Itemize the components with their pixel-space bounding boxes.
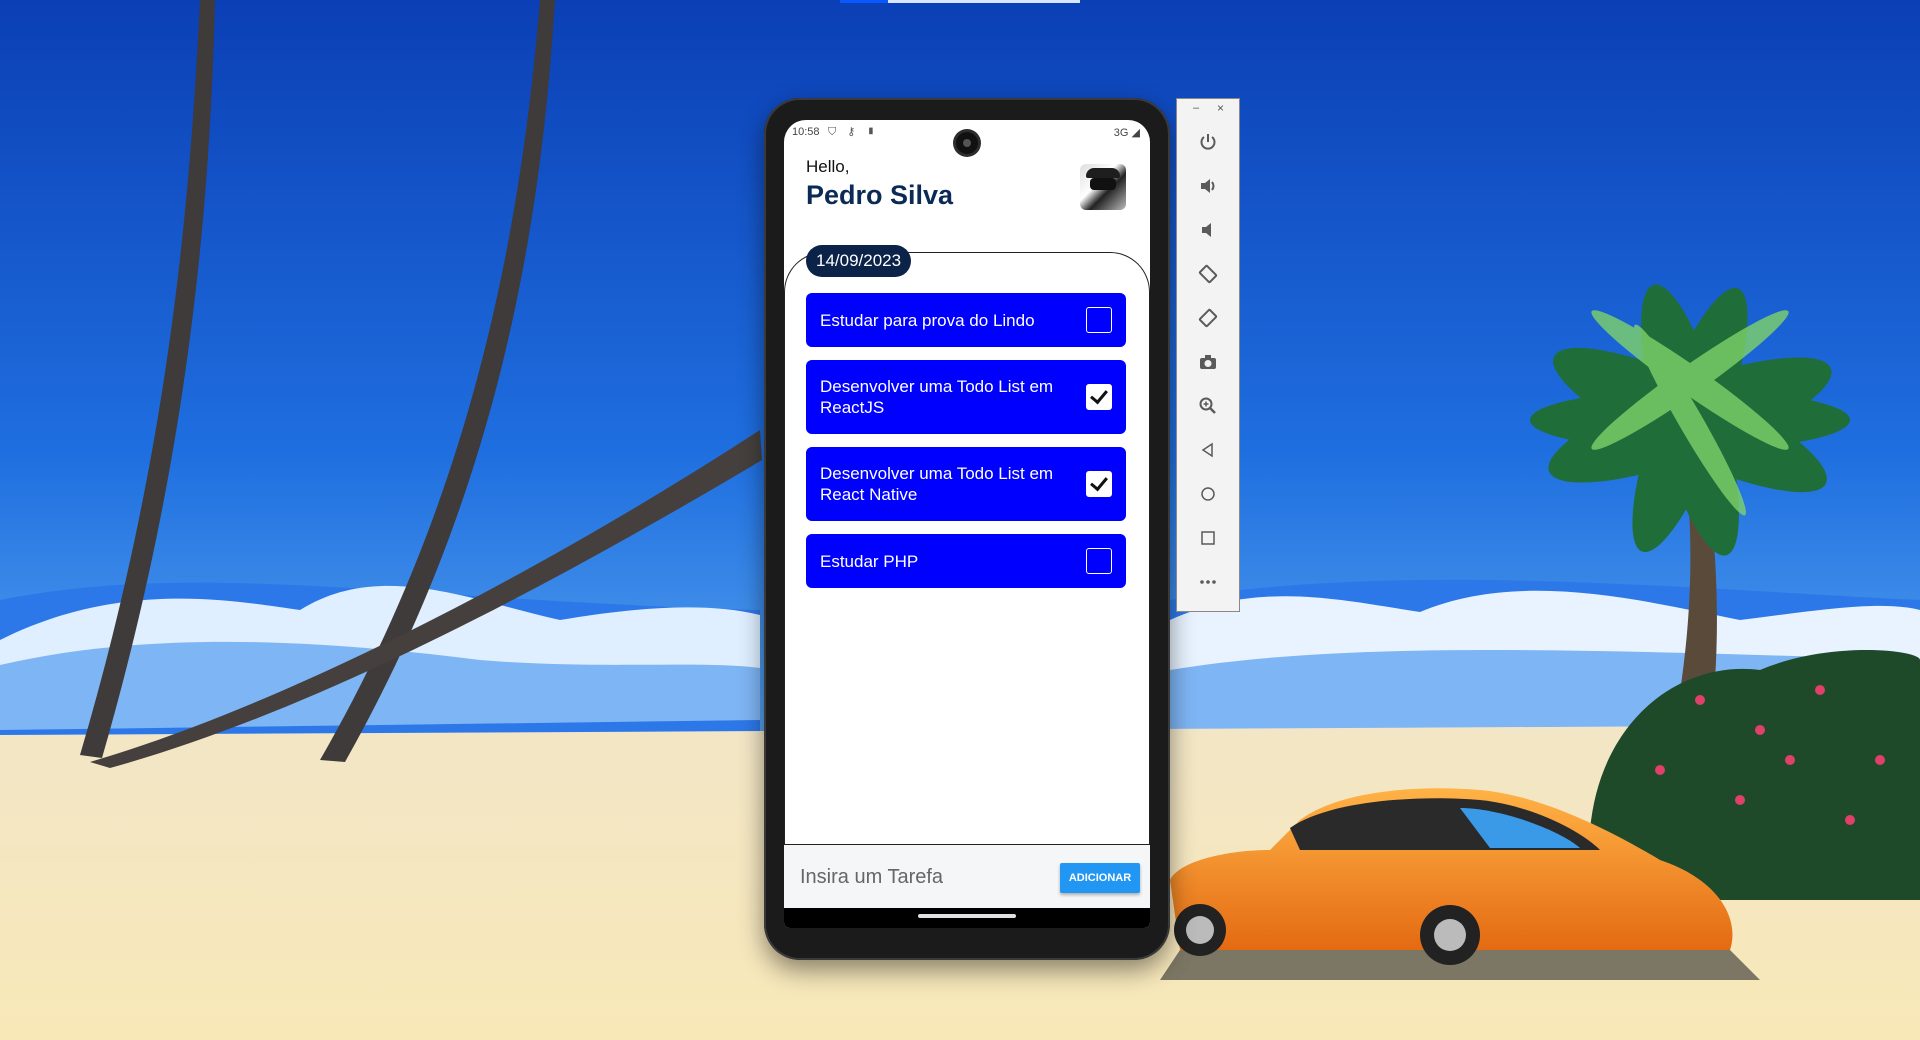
avatar[interactable]: [1080, 164, 1126, 210]
task-text: Desenvolver uma Todo List em React Nativ…: [820, 464, 1054, 504]
task-item[interactable]: Desenvolver uma Todo List em React Nativ…: [806, 447, 1126, 521]
task-text: Estudar para prova do Lindo: [820, 310, 1035, 330]
phone-emulator: 10:58 ⛉ ⚷ ▮ 3G ◢ Hello, Pedro Silva 14/0…: [764, 98, 1170, 960]
task-item[interactable]: Estudar para prova do Lindo: [806, 293, 1126, 347]
user-name: Pedro Silva: [806, 180, 954, 210]
task-item[interactable]: Desenvolver uma Todo List em ReactJS: [806, 360, 1126, 434]
avatar-sunglasses: [1090, 178, 1116, 190]
close-button[interactable]: ×: [1217, 101, 1224, 115]
task-item[interactable]: Estudar PHP: [806, 534, 1126, 588]
front-camera-icon: [956, 132, 978, 154]
add-task-button[interactable]: ADICIONAR: [1060, 863, 1140, 893]
home-gesture-bar[interactable]: [918, 914, 1016, 918]
emulator-toolbar: – ×: [1176, 98, 1240, 612]
taskbar-indicator: [840, 0, 1080, 3]
emulator-window-controls: – ×: [1177, 99, 1239, 119]
task-checkbox[interactable]: [1086, 548, 1112, 574]
rotate-right-icon[interactable]: [1191, 301, 1225, 335]
task-checkbox[interactable]: [1086, 307, 1112, 333]
task-text: Desenvolver uma Todo List em ReactJS: [820, 377, 1054, 417]
zoom-icon[interactable]: [1191, 389, 1225, 423]
volume-down-icon[interactable]: [1191, 213, 1225, 247]
home-icon[interactable]: [1191, 477, 1225, 511]
status-time: 10:58: [792, 126, 820, 138]
camera-icon[interactable]: [1191, 345, 1225, 379]
date-badge: 14/09/2023: [806, 245, 912, 277]
back-icon[interactable]: [1191, 433, 1225, 467]
task-input[interactable]: [798, 859, 1052, 895]
navigation-bar: [784, 908, 1150, 928]
task-checkbox-checked[interactable]: [1086, 384, 1112, 410]
add-task-bar: ADICIONAR: [784, 844, 1150, 909]
power-icon[interactable]: [1191, 125, 1225, 159]
avatar-hat: [1086, 168, 1120, 178]
volume-up-icon[interactable]: [1191, 169, 1225, 203]
status-notification-icons: ⛉ ⚷ ▮: [828, 126, 880, 138]
minimize-button[interactable]: –: [1193, 102, 1199, 114]
phone-screen: 10:58 ⛉ ⚷ ▮ 3G ◢ Hello, Pedro Silva 14/0…: [784, 120, 1150, 928]
greeting-text: Hello,: [806, 157, 850, 176]
more-icon[interactable]: [1191, 565, 1225, 599]
task-checkbox-checked[interactable]: [1086, 471, 1112, 497]
task-text: Estudar PHP: [820, 551, 919, 571]
overview-icon[interactable]: [1191, 521, 1225, 555]
status-network: 3G ◢: [1113, 127, 1140, 139]
rotate-left-icon[interactable]: [1191, 257, 1225, 291]
